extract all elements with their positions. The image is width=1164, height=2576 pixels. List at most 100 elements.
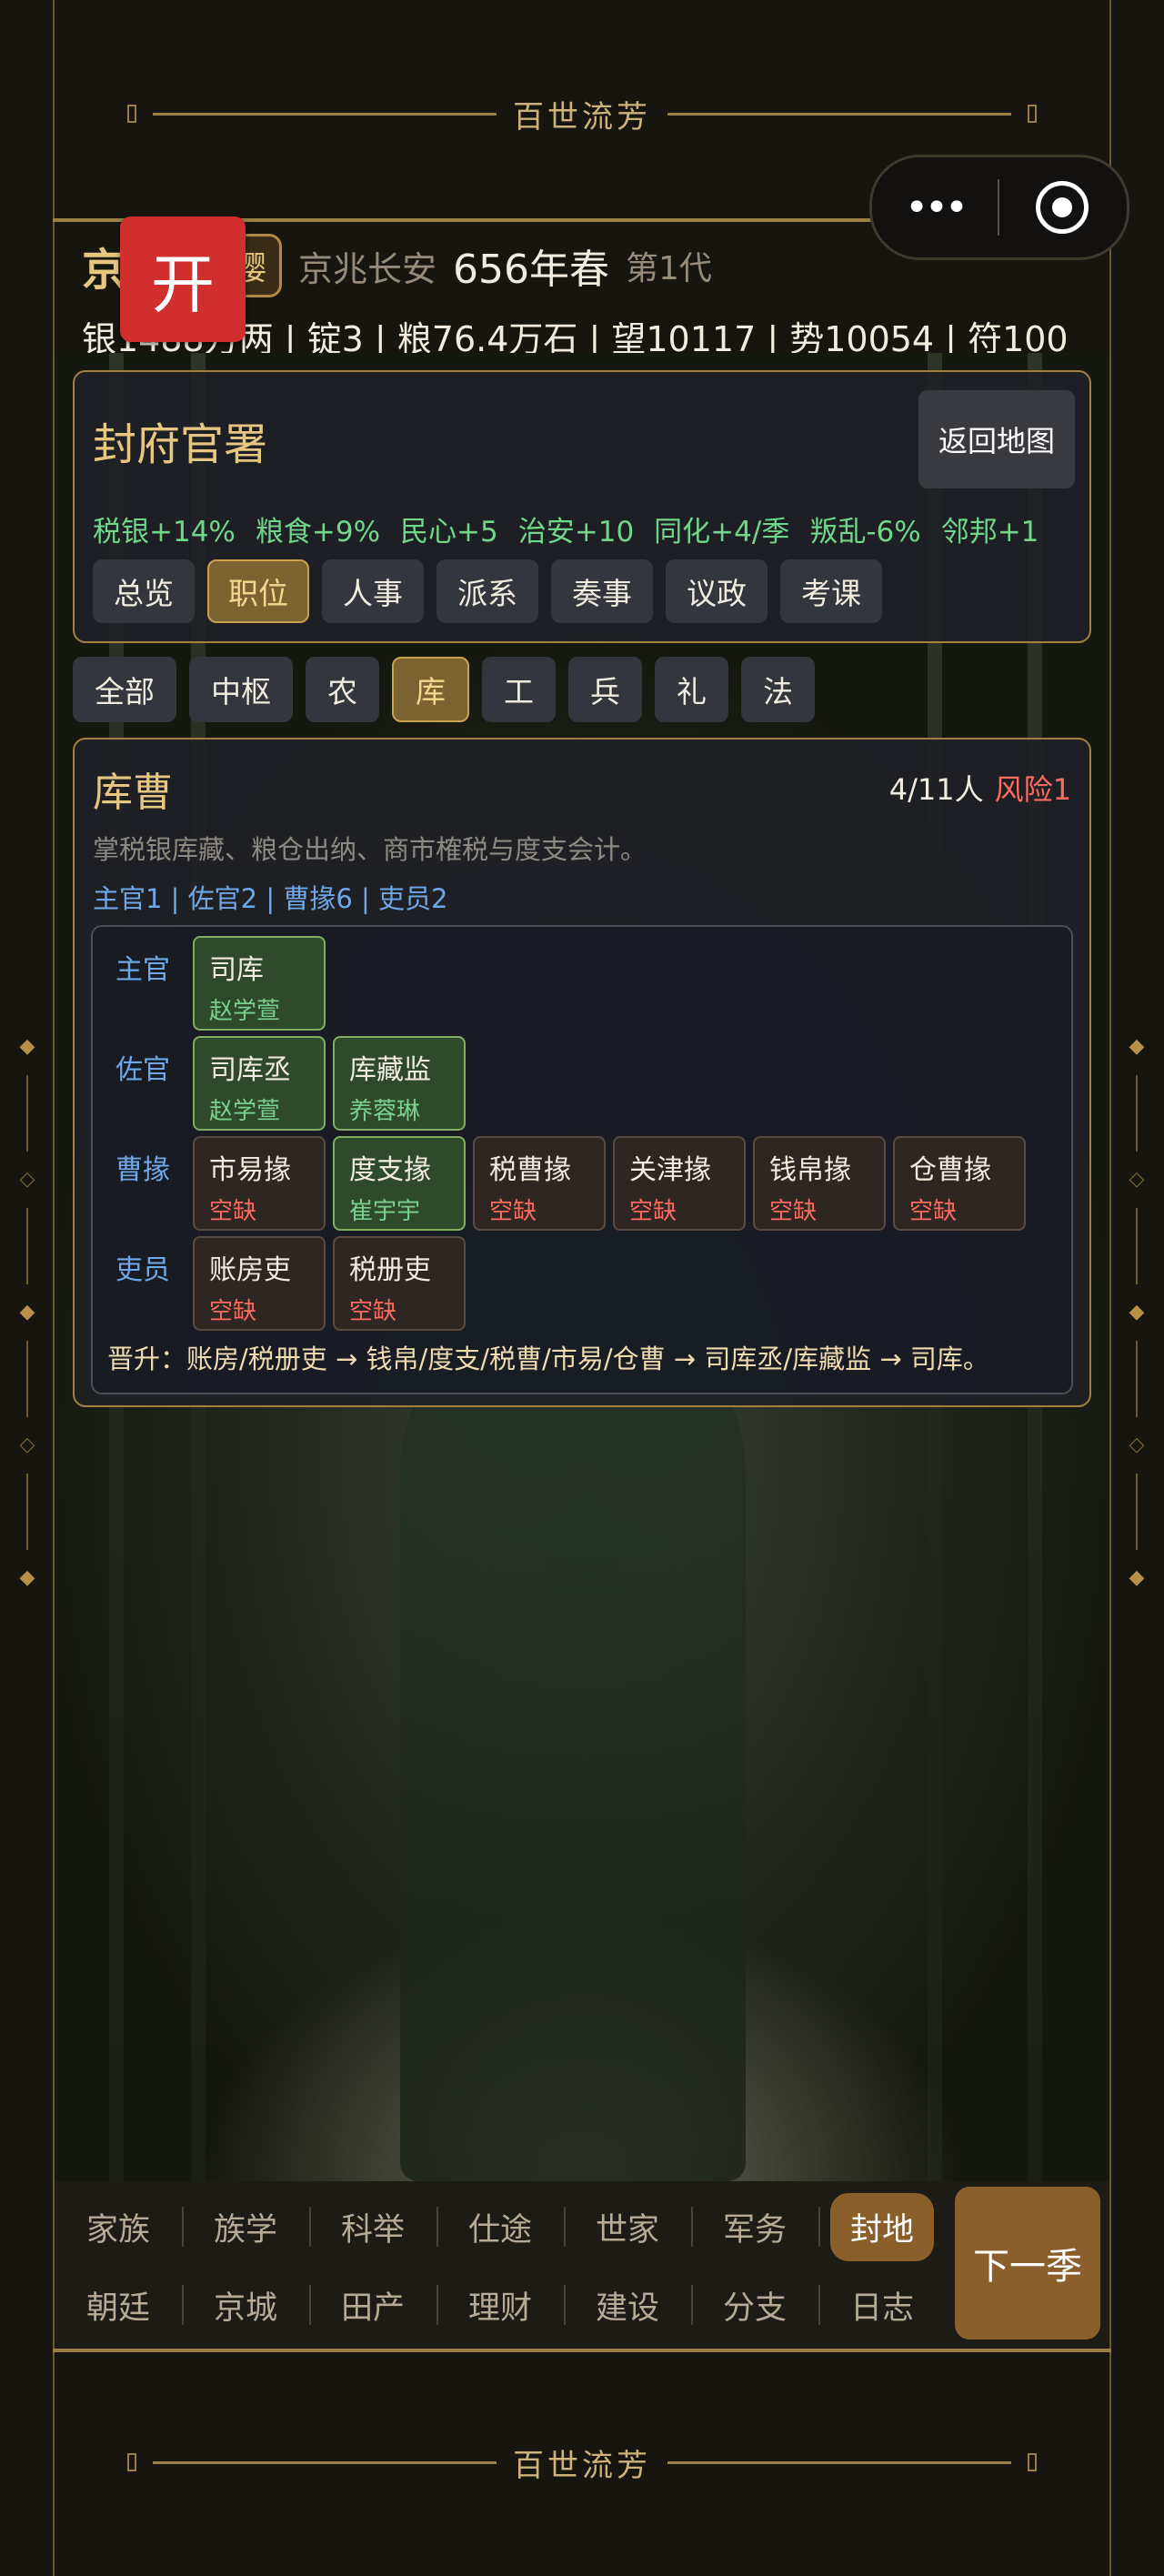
category-agriculture[interactable]: 农 [306,657,379,722]
tab-personnel[interactable]: 人事 [322,559,424,623]
position-slot[interactable]: 司库丞 赵学萱 [193,1036,326,1131]
position-holder: 空缺 [489,1198,537,1225]
banner-cap-icon [1028,105,1037,123]
tab-memorials[interactable]: 奏事 [551,559,653,623]
position-holder: 赵学萱 [209,998,281,1025]
effect-security: 治安+10 [517,516,635,548]
nav-label: 族学 [213,2211,277,2249]
position-title: 司库丞 [209,1054,291,1086]
rank-row-clerk-officers: 曹掾 市易掾 空缺 度支掾 崔宇宇 税曹掾 空缺 关津掾 空缺 钱帛掾 空缺 仓… [93,1136,1026,1231]
position-holder: 空缺 [209,1298,257,1325]
category-central[interactable]: 中枢 [189,657,293,722]
nav-row-2: 朝廷 京城 田产 理财 建设 分支 日志 [55,2269,946,2341]
banner-rule [667,2460,1011,2464]
staff-count-value: 4/11人 [888,772,984,807]
tab-overview[interactable]: 总览 [93,559,195,623]
nav-log[interactable]: 日志 [818,2269,946,2341]
rank-row-chief: 主官 司库 赵学萱 [93,936,326,1031]
footer-divider [53,2349,1111,2352]
nav-noble-houses[interactable]: 世家 [564,2190,691,2263]
banner-cap-icon [127,2453,136,2471]
position-holder: 空缺 [909,1198,958,1225]
nav-label: 封地 [829,2192,934,2261]
nav-construction[interactable]: 建设 [564,2269,691,2341]
nav-finance[interactable]: 理财 [436,2269,564,2341]
banner-rule [153,2460,497,2464]
nav-label: 理财 [467,2289,532,2327]
banner-cap-icon [127,105,136,123]
banner-cap-icon [1028,2453,1037,2471]
position-slot[interactable]: 关津掾 空缺 [613,1136,746,1231]
tab-positions[interactable]: 职位 [207,559,309,623]
nav-label: 建设 [595,2289,659,2327]
position-grid: 主官 司库 赵学萱 佐官 司库丞 赵学萱 库藏监 养蓉琳 曹掾 市易掾 空缺 度… [91,925,1073,1394]
nav-label: 世家 [595,2211,659,2249]
effect-grain: 粮食+9% [255,516,381,548]
office-title: 封府官署 [93,419,268,470]
category-law[interactable]: 法 [741,657,815,722]
category-works[interactable]: 工 [482,657,556,722]
character-figure [400,1308,746,2181]
risk-badge: 风险1 [994,772,1071,807]
effect-assimilation: 同化+4/季 [654,516,790,548]
effect-rebellion: 叛乱-6% [809,516,921,548]
position-title: 市易掾 [209,1154,291,1186]
position-slot[interactable]: 司库 赵学萱 [193,936,326,1031]
nav-exam[interactable]: 科举 [309,2190,436,2263]
nav-label: 田产 [340,2289,405,2327]
rank-label: 主官 [115,954,170,986]
tab-deliberation[interactable]: 议政 [666,559,768,623]
rank-row-clerks: 吏员 账房吏 空缺 税册吏 空缺 [93,1236,466,1331]
tab-evaluation[interactable]: 考课 [780,559,882,623]
left-ornament: ◆ ◇ ◆ ◇ ◆ [19,1035,35,1589]
position-slot[interactable]: 税曹掾 空缺 [473,1136,606,1231]
position-holder: 空缺 [629,1198,677,1225]
nav-branches[interactable]: 分支 [691,2269,818,2341]
position-title: 关津掾 [629,1154,711,1186]
nav-court[interactable]: 朝廷 [55,2269,182,2341]
office-tabs: 总览 职位 人事 派系 奏事 议政 考课 [93,559,882,623]
tab-factions[interactable]: 派系 [436,559,538,623]
position-holder: 空缺 [209,1198,257,1225]
back-to-map-button[interactable]: 返回地图 [918,390,1075,488]
position-title: 税曹掾 [489,1154,571,1186]
position-slot[interactable]: 账房吏 空缺 [193,1236,326,1331]
nav-label: 军务 [722,2211,787,2249]
category-all[interactable]: 全部 [73,657,176,722]
frame-right-border [1109,0,1111,2576]
position-slot[interactable]: 度支掾 崔宇宇 [333,1136,466,1231]
more-dots-icon[interactable]: ••• [872,185,998,231]
department-description: 掌税银库藏、粮仓出纳、商市榷税与度支会计。 [93,834,647,865]
rank-row-deputy: 佐官 司库丞 赵学萱 库藏监 养蓉琳 [93,1036,466,1131]
location: 京兆长安 [298,248,437,289]
category-military[interactable]: 兵 [568,657,642,722]
promotion-path: 晋升：账房/税册吏 → 钱帛/度支/税曹/市易/仓曹 → 司库丞/库藏监 → 司… [107,1343,989,1374]
generation: 第1代 [626,250,712,287]
effect-neighbors: 邻邦+1 [940,516,1039,548]
right-ornament: ◆ ◇ ◆ ◇ ◆ [1129,1035,1145,1589]
close-target-button[interactable] [999,181,1125,234]
position-slot[interactable]: 仓曹掾 空缺 [893,1136,1026,1231]
season: 656年春 [453,247,610,293]
rank-label: 佐官 [115,1054,170,1086]
nav-family[interactable]: 家族 [55,2190,182,2263]
nav-estates[interactable]: 田产 [309,2269,436,2341]
category-treasury[interactable]: 库 [392,657,469,722]
department-panel: 库曹 4/11人 风险1 掌税银库藏、粮仓出纳、商市榷税与度支会计。 主官1 | … [73,738,1091,1407]
category-rites[interactable]: 礼 [655,657,728,722]
bottom-nav: 家族 族学 科举 仕途 世家 军务 封地 朝廷 京城 田产 理财 建设 分支 日… [55,2181,1109,2350]
nav-capital[interactable]: 京城 [182,2269,309,2341]
position-slot[interactable]: 库藏监 养蓉琳 [333,1036,466,1131]
position-slot[interactable]: 市易掾 空缺 [193,1136,326,1231]
kai-button[interactable]: 开 [120,216,246,342]
category-filters: 全部 中枢 农 库 工 兵 礼 法 [73,657,815,722]
position-slot[interactable]: 钱帛掾 空缺 [753,1136,886,1231]
next-season-button[interactable]: 下一季 [955,2187,1100,2340]
nav-military[interactable]: 军务 [691,2190,818,2263]
nav-career[interactable]: 仕途 [436,2190,564,2263]
bottom-banner: 百世流芳 [127,2435,1037,2490]
position-slot[interactable]: 税册吏 空缺 [333,1236,466,1331]
rank-summary: 主官1 | 佐官2 | 曹掾6 | 吏员2 [93,883,448,914]
nav-fief[interactable]: 封地 [818,2190,946,2263]
nav-clan-school[interactable]: 族学 [182,2190,309,2263]
